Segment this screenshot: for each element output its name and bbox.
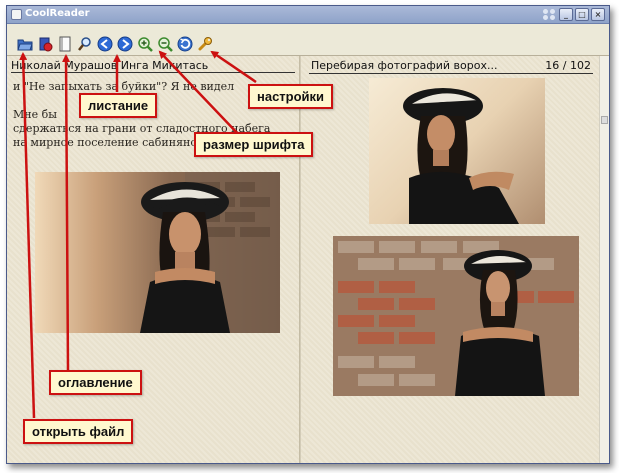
right-page[interactable]: Перебирая фотографий ворох... 16 / 102	[303, 56, 599, 463]
arrow-right-icon	[117, 36, 133, 52]
search-button[interactable]	[76, 35, 94, 53]
recent-books-icon	[39, 37, 53, 52]
photo-woman-in-hat-top-right	[369, 78, 545, 224]
zoom-out-icon	[158, 37, 173, 52]
annotation-paging: листание	[79, 93, 158, 118]
text-line: Мне бы	[13, 108, 57, 121]
app-icon	[11, 9, 22, 20]
minimize-button[interactable]: _	[559, 8, 573, 21]
settings-button[interactable]	[196, 35, 214, 53]
window-title: CoolReader	[25, 8, 90, 19]
maximize-button[interactable]: □	[575, 8, 589, 21]
title-bar[interactable]: CoolReader _ □ ×	[7, 6, 609, 24]
app-window: CoolReader _ □ × Николай Мурашов Инга Ми…	[6, 5, 610, 464]
photo-woman-brick-wall-bottom-right	[333, 236, 579, 396]
toc-button[interactable]	[56, 35, 74, 53]
recent-books-button[interactable]	[36, 35, 54, 53]
zoom-out-button[interactable]	[156, 35, 174, 53]
annotation-settings: настройки	[248, 84, 334, 109]
close-button[interactable]: ×	[591, 8, 605, 21]
scrollbar-thumb[interactable]	[601, 116, 608, 124]
book-icon	[59, 36, 71, 52]
zoom-in-button[interactable]	[136, 35, 154, 53]
logo-dots-icon	[543, 9, 557, 21]
text-line: и "Не запыхать за буйки"? Я не видел	[13, 80, 235, 93]
prev-page-button[interactable]	[96, 35, 114, 53]
open-file-button[interactable]	[16, 35, 34, 53]
page-indicator: 16 / 102	[545, 59, 591, 72]
right-page-header: Перебирая фотографий ворох...	[311, 59, 498, 72]
arrow-left-icon	[97, 36, 113, 52]
wrench-icon	[198, 37, 212, 51]
search-icon	[78, 37, 91, 51]
text-line: на мирное поселение сабинянок.	[13, 136, 208, 149]
vertical-scrollbar[interactable]	[599, 56, 609, 463]
toolbar	[7, 34, 609, 54]
next-page-button[interactable]	[116, 35, 134, 53]
left-page-header: Николай Мурашов Инга Микитась	[11, 59, 295, 73]
zoom-in-icon	[138, 37, 153, 52]
rotate-icon	[177, 36, 193, 52]
menu-bar[interactable]	[7, 24, 609, 34]
page-divider	[299, 56, 301, 463]
annotation-open-file: открыть файл	[23, 419, 134, 444]
annotation-font-size: размер шрифта	[194, 132, 314, 157]
folder-open-icon	[17, 39, 33, 51]
photo-woman-in-hat-left	[35, 172, 280, 333]
rotate-button[interactable]	[176, 35, 194, 53]
annotation-toc: оглавление	[49, 370, 142, 395]
header-rule	[309, 73, 593, 74]
